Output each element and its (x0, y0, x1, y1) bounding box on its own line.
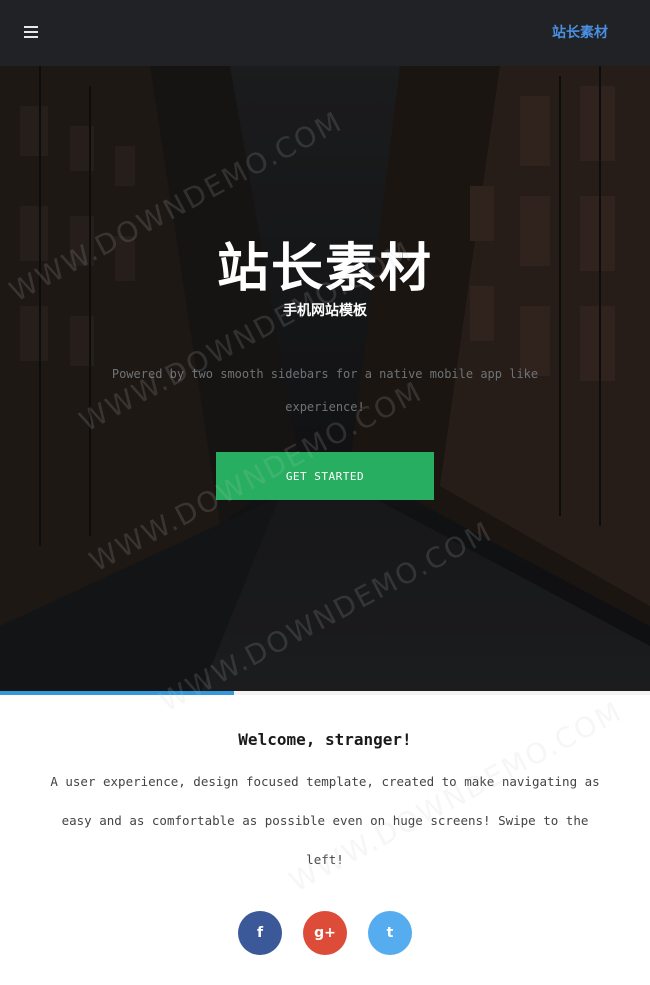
twitter-button[interactable]: t (368, 911, 412, 955)
scroll-progress-bar (0, 691, 650, 695)
hero-section: 站长素材 手机网站模板 Powered by two smooth sideba… (0, 66, 650, 694)
hero-description: Powered by two smooth sidebars for a nat… (111, 367, 539, 414)
get-started-button[interactable]: GET STARTED (216, 452, 434, 500)
welcome-text: A user experience, design focused templa… (50, 774, 600, 867)
facebook-button[interactable]: f (238, 911, 282, 955)
top-bar: 站长素材 (0, 0, 650, 66)
hero-subtitle: 手机网站模板 (283, 303, 367, 319)
hamburger-icon[interactable] (24, 26, 38, 38)
google-plus-icon: g+ (314, 925, 336, 941)
hero-title: 站长素材 (216, 238, 433, 299)
google-plus-button[interactable]: g+ (303, 911, 347, 955)
welcome-title: Welcome, stranger! (238, 730, 412, 749)
facebook-icon: f (256, 925, 264, 941)
twitter-icon: t (386, 925, 394, 941)
brand-logo[interactable]: 站长素材 (510, 22, 650, 42)
scroll-progress-fill (0, 691, 234, 695)
